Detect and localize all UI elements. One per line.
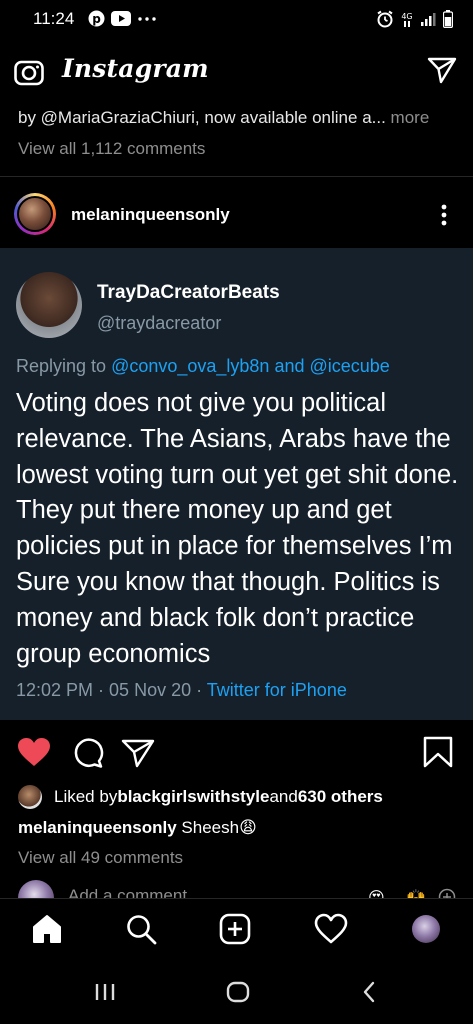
share-icon[interactable] xyxy=(121,738,155,768)
tweet-text: Voting does not give you political relev… xyxy=(16,389,459,668)
home-icon[interactable] xyxy=(31,913,63,945)
post-username[interactable]: melaninqueensonly xyxy=(71,205,230,225)
battery-icon xyxy=(443,10,453,28)
quick-emoji-reactions-2[interactable]: 🙌 xyxy=(406,888,426,898)
status-bar: 11:24 p 4G xyxy=(0,0,473,40)
status-time: 11:24 xyxy=(33,9,75,28)
tweet-author-handle: @traydacreator xyxy=(97,313,222,333)
svg-text:p: p xyxy=(92,12,101,26)
liked-by-others[interactable]: 630 others xyxy=(298,787,383,807)
reply-mentions: @convo_ova_lyb8n and @icecube xyxy=(111,356,390,376)
home-button-icon[interactable] xyxy=(226,981,250,1003)
comment-icon[interactable] xyxy=(72,737,104,769)
more-link[interactable]: more xyxy=(386,108,430,127)
caption-text: Sheesh😩 xyxy=(176,818,257,837)
more-options-icon[interactable] xyxy=(441,203,447,227)
liker-avatar xyxy=(18,785,42,809)
tweet-timestamp: 12:02 PM · 05 Nov 20 · xyxy=(16,680,207,700)
tweet-meta: 12:02 PM · 05 Nov 20 · Twitter for iPhon… xyxy=(16,680,347,701)
svg-text:4G: 4G xyxy=(401,12,412,21)
view-all-comments-link[interactable]: View all 49 comments xyxy=(18,848,183,868)
likes-row[interactable]: Liked by blackgirlswithstyle and 630 oth… xyxy=(18,785,383,809)
tweet-author-name: TrayDaCreatorBeats xyxy=(97,282,280,303)
post-author-avatar[interactable] xyxy=(14,193,56,235)
my-avatar xyxy=(18,880,54,898)
reply-prefix: Replying to xyxy=(16,356,112,376)
post-caption: melaninqueensonly Sheesh😩 xyxy=(18,818,257,838)
quick-emoji-reactions[interactable]: 😍 xyxy=(368,888,385,898)
status-left-icons: p xyxy=(88,10,157,27)
data-icon: 4G xyxy=(401,10,413,28)
add-comment-row[interactable]: Add a comment... 😍 🙌 xyxy=(18,878,458,898)
tweet-source: Twitter for iPhone xyxy=(206,680,347,700)
pinterest-icon: p xyxy=(88,10,105,27)
liked-by-user[interactable]: blackgirlswithstyle xyxy=(117,787,269,807)
previous-view-comments-link[interactable]: View all 1,112 comments xyxy=(18,139,205,159)
previous-post-caption: by @MariaGraziaChiuri, now available onl… xyxy=(18,108,429,128)
youtube-icon xyxy=(111,11,131,26)
profile-avatar[interactable] xyxy=(412,915,440,943)
like-heart-icon[interactable] xyxy=(17,737,51,767)
alarm-icon xyxy=(376,10,394,28)
more-dots-icon xyxy=(137,16,157,22)
liked-by-prefix: Liked by xyxy=(54,787,118,806)
activity-heart-icon[interactable] xyxy=(314,913,348,945)
status-right-icons: 4G xyxy=(376,10,453,28)
camera-icon[interactable] xyxy=(14,58,44,86)
bottom-navigation xyxy=(0,898,473,963)
new-post-icon[interactable] xyxy=(219,913,251,945)
app-header: Instagram xyxy=(0,40,473,102)
post-divider xyxy=(0,176,473,177)
direct-message-icon[interactable] xyxy=(427,56,457,84)
back-icon[interactable] xyxy=(362,981,376,1003)
add-comment-input[interactable]: Add a comment... xyxy=(68,886,201,898)
caption-username[interactable]: melaninqueensonly xyxy=(18,818,177,837)
system-navigation-bar xyxy=(0,962,473,1024)
add-emoji-icon[interactable] xyxy=(438,888,456,898)
previous-caption-text: by @MariaGraziaChiuri, now available onl… xyxy=(18,108,386,127)
tweet-author-avatar xyxy=(16,272,82,338)
liked-by-and: and xyxy=(269,787,298,806)
save-bookmark-icon[interactable] xyxy=(423,736,453,768)
instagram-logo: Instagram xyxy=(62,54,209,83)
signal-icon xyxy=(420,11,436,27)
tweet-replying-to: Replying to @convo_ova_lyb8n and @icecub… xyxy=(16,356,390,377)
recent-apps-icon[interactable] xyxy=(94,982,116,1002)
search-icon[interactable] xyxy=(125,913,157,945)
